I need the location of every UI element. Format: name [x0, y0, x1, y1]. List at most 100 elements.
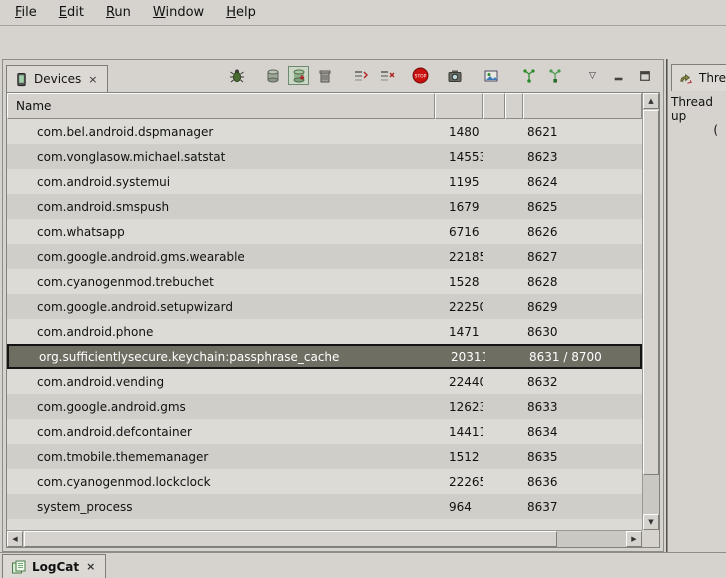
- menu-file[interactable]: File: [4, 1, 48, 24]
- screen-record-button[interactable]: [480, 66, 501, 85]
- process-name: com.tmobile.thememanager: [7, 450, 435, 464]
- column-header-pid[interactable]: [435, 93, 483, 119]
- threads-tab-bar: Threads: [668, 59, 726, 91]
- tab-devices[interactable]: Devices ×: [6, 65, 108, 92]
- process-name: com.google.android.gms: [7, 400, 435, 414]
- refresh-threads-button[interactable]: [376, 66, 397, 85]
- devices-close-icon[interactable]: ×: [86, 73, 99, 86]
- picture-icon: [483, 68, 499, 84]
- table-row[interactable]: com.vonglasow.michael.satstat 14553 8623: [7, 144, 642, 169]
- process-pid: 12623: [435, 400, 483, 414]
- stop-profiling-button[interactable]: [544, 66, 565, 85]
- cause-gc-button[interactable]: [314, 66, 335, 85]
- process-pid: 1195: [435, 175, 483, 189]
- process-port: 8626: [519, 225, 642, 239]
- debug-process-button[interactable]: [226, 66, 247, 85]
- logcat-close-icon[interactable]: ×: [84, 560, 97, 573]
- table-row[interactable]: com.android.vending 22440 8632: [7, 369, 642, 394]
- logcat-bar: LogCat ×: [0, 552, 726, 577]
- table-row[interactable]: com.tmobile.thememanager 1512 8635: [7, 444, 642, 469]
- vertical-scrollbar[interactable]: ▲ ▼: [642, 93, 659, 530]
- process-pid: 6716: [435, 225, 483, 239]
- minimize-icon: [613, 70, 625, 82]
- camera-icon: [447, 68, 463, 84]
- table-row[interactable]: com.google.android.gms.wearable 22185 86…: [7, 244, 642, 269]
- menu-window[interactable]: Window: [142, 1, 215, 24]
- table-row[interactable]: com.android.phone 1471 8630: [7, 319, 642, 344]
- maximize-panel-button[interactable]: [634, 66, 655, 85]
- heap-cylinder-icon: [265, 68, 281, 84]
- table-row[interactable]: com.google.android.gms 12623 8633: [7, 394, 642, 419]
- process-name: com.vonglasow.michael.satstat: [7, 150, 435, 164]
- process-port: 8630: [519, 325, 642, 339]
- menu-help[interactable]: Help: [215, 1, 267, 24]
- process-port: 8633: [519, 400, 642, 414]
- process-port: 8629: [519, 300, 642, 314]
- threads-tab-label: Threads: [699, 71, 726, 85]
- table-row[interactable]: com.cyanogenmod.lockclock 22265 8636: [7, 469, 642, 494]
- table-row[interactable]: com.bel.android.dspmanager 1480 8621: [7, 119, 642, 144]
- toolbar-strip: [0, 27, 726, 59]
- process-name: system_process: [7, 500, 435, 514]
- dump-hprof-button[interactable]: [288, 66, 309, 85]
- view-menu-button[interactable]: ▽: [582, 66, 603, 85]
- process-port: 8625: [519, 200, 642, 214]
- threads-message: Thread up (: [668, 91, 726, 552]
- svg-text:STOP: STOP: [415, 73, 427, 79]
- screen-capture-button[interactable]: [444, 66, 465, 85]
- table-row[interactable]: com.android.systemui 1195 8624: [7, 169, 642, 194]
- process-port: 8624: [519, 175, 642, 189]
- menu-edit[interactable]: Edit: [48, 1, 95, 24]
- stop-icon: STOP: [412, 67, 429, 84]
- update-threads-button[interactable]: [350, 66, 371, 85]
- logcat-tab-label: LogCat: [32, 560, 79, 574]
- scroll-left-icon[interactable]: ◀: [7, 531, 23, 547]
- process-name: com.cyanogenmod.trebuchet: [7, 275, 435, 289]
- table-row[interactable]: system_process 964 8637: [7, 494, 642, 519]
- tab-threads[interactable]: Threads: [671, 64, 726, 91]
- table-row[interactable]: org.sufficientlysecure.keychain:passphra…: [7, 344, 642, 369]
- scroll-right-icon[interactable]: ▶: [626, 531, 642, 547]
- process-port: 8637: [519, 500, 642, 514]
- device-icon: [14, 72, 29, 87]
- process-pid: 22250: [435, 300, 483, 314]
- column-header-port[interactable]: [523, 93, 642, 119]
- horizontal-scrollbar[interactable]: ◀ ▶: [7, 530, 642, 547]
- profiling-stop-icon: [547, 68, 563, 84]
- start-profiling-button[interactable]: [518, 66, 539, 85]
- trash-icon: [317, 68, 333, 84]
- process-pid: 22440: [435, 375, 483, 389]
- process-pid: 14553: [435, 150, 483, 164]
- horizontal-scroll-thumb[interactable]: [24, 531, 557, 547]
- maximize-icon: [639, 70, 651, 82]
- table-row[interactable]: com.google.android.setupwizard 22250 862…: [7, 294, 642, 319]
- table-row[interactable]: com.android.smspush 1679 8625: [7, 194, 642, 219]
- stop-process-button[interactable]: STOP: [410, 66, 431, 85]
- vertical-scroll-thumb[interactable]: [643, 110, 659, 475]
- process-table: Name com.bel.android.dspmanager 1480 862…: [6, 92, 660, 548]
- process-name: com.android.vending: [7, 375, 435, 389]
- scroll-up-icon[interactable]: ▲: [643, 93, 659, 109]
- process-port: 8623: [519, 150, 642, 164]
- scroll-down-icon[interactable]: ▼: [643, 514, 659, 530]
- process-name: com.android.systemui: [7, 175, 435, 189]
- threads-message-line2: (: [671, 123, 723, 137]
- process-pid: 14411: [435, 425, 483, 439]
- column-header-c3[interactable]: [483, 93, 505, 119]
- column-header-c4[interactable]: [505, 93, 523, 119]
- process-port: 8631 / 8700: [521, 350, 640, 364]
- menu-run[interactable]: Run: [95, 1, 142, 24]
- update-heap-button[interactable]: [262, 66, 283, 85]
- devices-toolbar: STOP: [226, 66, 655, 85]
- table-row[interactable]: com.android.defcontainer 14411 8634: [7, 419, 642, 444]
- process-name: com.google.android.gms.wearable: [7, 250, 435, 264]
- threads-message-line1: Thread up: [671, 95, 723, 123]
- logcat-icon: [11, 559, 27, 575]
- table-row[interactable]: com.whatsapp 6716 8626: [7, 219, 642, 244]
- tab-logcat[interactable]: LogCat ×: [2, 554, 106, 578]
- minimize-panel-button[interactable]: [608, 66, 629, 85]
- table-row[interactable]: com.cyanogenmod.trebuchet 1528 8628: [7, 269, 642, 294]
- process-port: 8628: [519, 275, 642, 289]
- column-header-name[interactable]: Name: [7, 93, 435, 119]
- process-name: org.sufficientlysecure.keychain:passphra…: [9, 350, 437, 364]
